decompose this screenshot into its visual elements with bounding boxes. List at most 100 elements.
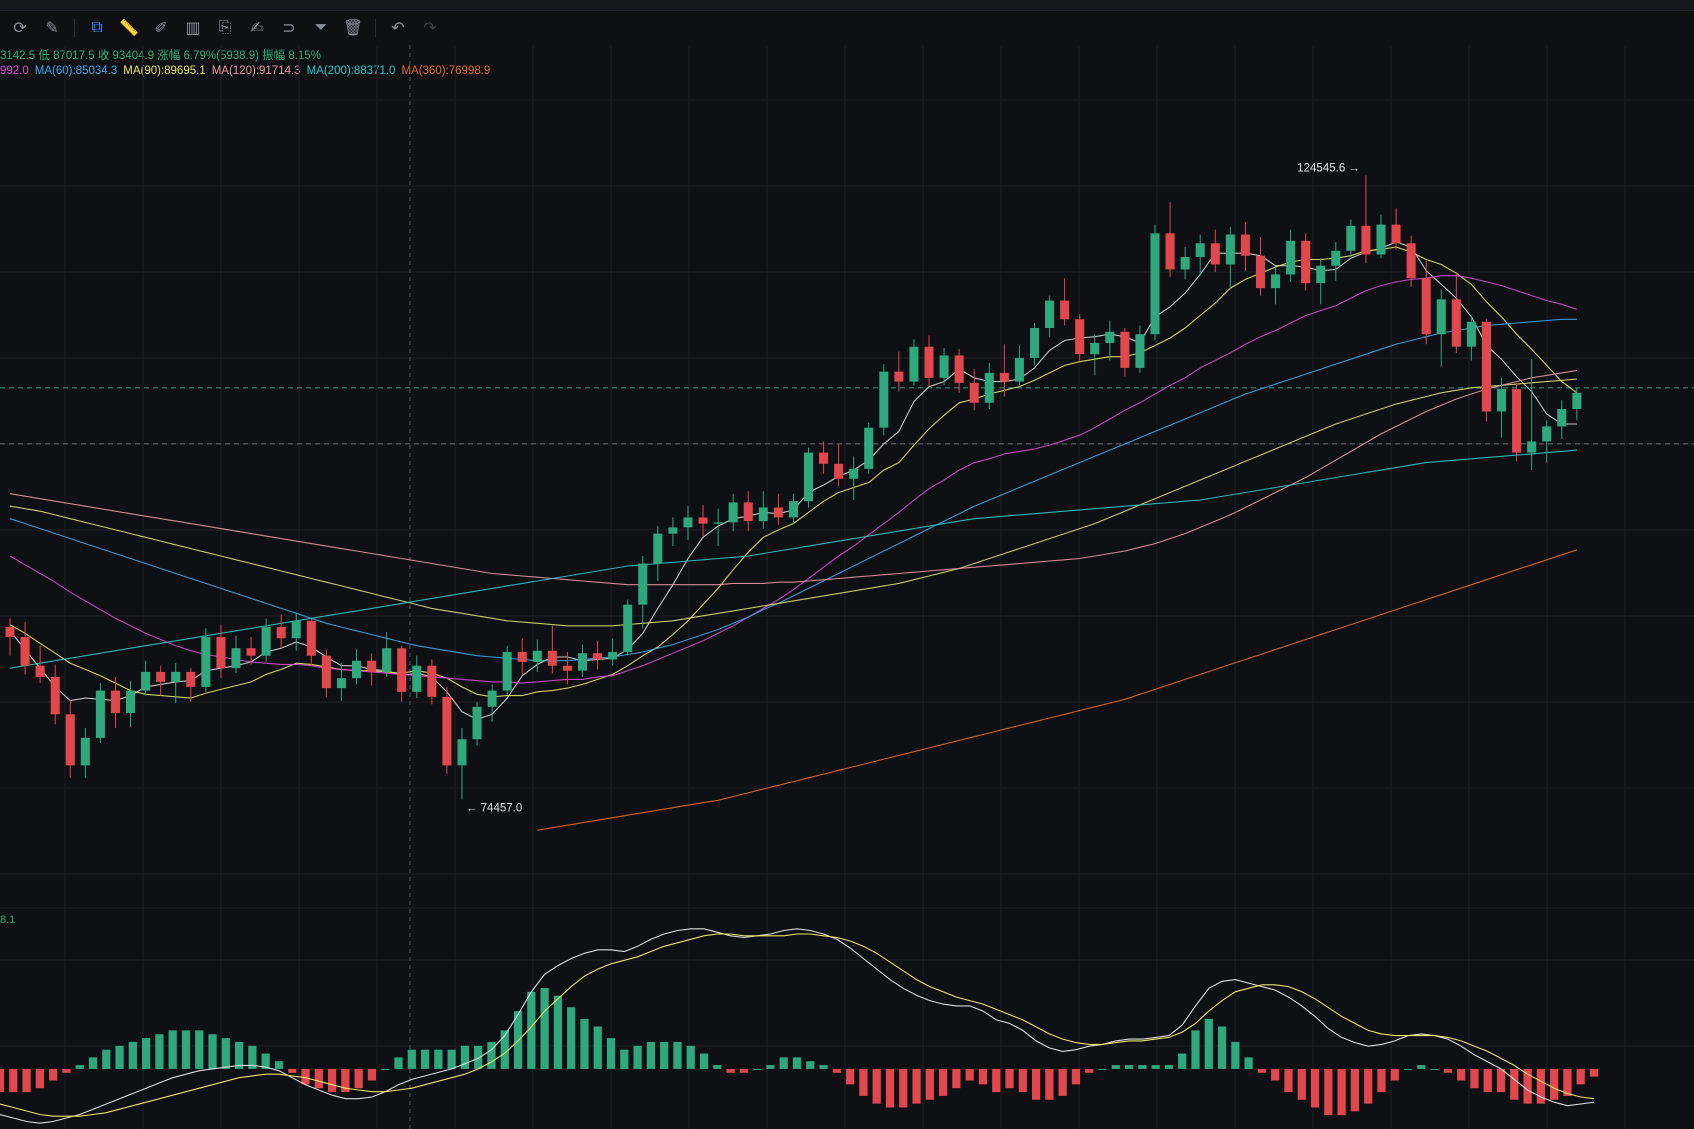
- candle-body: [1512, 389, 1522, 453]
- candle-body: [216, 637, 226, 669]
- ma-line-ma200: [9, 449, 1577, 669]
- macd-histogram-bar: [288, 1068, 297, 1073]
- candle-body: [5, 627, 15, 638]
- macd-histogram-bar: [1257, 1068, 1267, 1073]
- candle-body: [517, 651, 527, 662]
- candle-body: [427, 665, 437, 697]
- candle-body: [35, 665, 45, 677]
- candle-body: [1316, 265, 1326, 284]
- macd-histogram-bar: [0, 1068, 5, 1093]
- candle-body: [1346, 225, 1356, 251]
- candle-body: [1090, 342, 1100, 355]
- macd-histogram-bar: [208, 1034, 217, 1069]
- macd-histogram-bar: [128, 1041, 137, 1069]
- candle-body: [65, 714, 75, 766]
- candle-body: [1497, 389, 1507, 412]
- candle-body: [171, 671, 181, 682]
- price-chart[interactable]: 124545.6 → ← 74457.0: [0, 0, 1694, 1129]
- macd-histogram-bar: [1457, 1068, 1466, 1081]
- macd-histogram-bar: [819, 1065, 828, 1069]
- macd-histogram-bar: [367, 1068, 377, 1081]
- candle-body: [713, 522, 723, 524]
- macd-histogram-bar: [1058, 1068, 1067, 1096]
- macd-histogram-bar: [49, 1068, 58, 1081]
- candle-body: [1120, 331, 1130, 368]
- candle-body: [412, 665, 422, 692]
- candle-body: [261, 627, 271, 656]
- macd-histogram-bar: [1350, 1068, 1360, 1112]
- candle-body: [1165, 233, 1175, 270]
- macd-histogram-bar: [1589, 1068, 1599, 1077]
- macd-histogram-bar: [806, 1061, 815, 1069]
- macd-histogram-bar: [872, 1068, 881, 1104]
- macd-histogram-bar: [1244, 1057, 1253, 1069]
- candle-body: [1331, 250, 1341, 266]
- candle-body: [894, 371, 904, 382]
- macd-histogram-bar: [846, 1068, 855, 1085]
- macd-histogram-bar: [925, 1068, 934, 1100]
- macd-histogram-bar: [88, 1057, 98, 1069]
- candle-body: [1361, 225, 1371, 255]
- low-price-label: ← 74457.0: [466, 803, 522, 815]
- macd-histogram-bar: [1271, 1068, 1280, 1081]
- macd-histogram-bar: [381, 1068, 390, 1070]
- candle-body: [819, 452, 829, 464]
- candle-body: [1075, 319, 1085, 355]
- candle-body: [1286, 240, 1296, 275]
- macd-histogram-bar: [274, 1061, 284, 1069]
- candle-body: [1195, 243, 1205, 257]
- macd-histogram-bar: [540, 987, 549, 1069]
- macd-histogram-bar: [792, 1057, 802, 1069]
- macd-histogram-bar: [1031, 1068, 1041, 1100]
- candle-body: [95, 690, 105, 738]
- candle-body: [201, 637, 211, 687]
- macd-histogram-bar: [35, 1068, 44, 1089]
- candle-body: [743, 502, 753, 522]
- candle-body: [1255, 255, 1265, 289]
- candle-body: [1436, 299, 1446, 335]
- candle-body: [80, 737, 90, 766]
- candle-body: [608, 651, 618, 660]
- candle-body: [1060, 300, 1070, 320]
- macd-histogram-bar: [1111, 1065, 1120, 1069]
- candle-body: [999, 372, 1009, 382]
- candle-body: [1271, 274, 1281, 289]
- macd-histogram-bar: [168, 1030, 177, 1069]
- macd-histogram-bar: [1390, 1068, 1399, 1081]
- candle-body: [849, 468, 859, 479]
- macd-histogram-bar: [1364, 1068, 1373, 1104]
- candle-body: [577, 653, 588, 671]
- macd-histogram-bar: [1191, 1030, 1200, 1069]
- candle-body: [336, 678, 346, 689]
- macd-histogram-bar: [407, 1049, 416, 1069]
- candle-body: [547, 650, 557, 666]
- candle-body: [623, 604, 633, 652]
- macd-histogram-bar: [1085, 1068, 1094, 1073]
- macd-histogram-bar: [938, 1068, 948, 1096]
- macd-histogram-bar: [726, 1068, 735, 1073]
- candle-body: [773, 507, 783, 518]
- candle-body: [1210, 243, 1220, 265]
- candle-body: [683, 517, 693, 528]
- high-price-label: 124545.6 →: [1297, 162, 1360, 174]
- macd-histogram-bar: [832, 1068, 841, 1073]
- macd-histogram-bar: [606, 1038, 616, 1069]
- candle-body: [758, 507, 768, 522]
- macd-histogram-bar: [978, 1068, 988, 1085]
- ma-line-ma20: [9, 275, 1578, 684]
- candle-body: [954, 355, 964, 383]
- candle-body: [472, 706, 482, 740]
- macd-histogram-bar: [779, 1057, 788, 1069]
- candle-body: [1240, 234, 1250, 256]
- candle-body: [939, 355, 949, 378]
- ma-line-ma5: [9, 241, 1577, 720]
- candle-body: [502, 651, 512, 691]
- candle-body: [1180, 256, 1190, 270]
- candle-body: [1572, 392, 1582, 409]
- macd-histogram-bar: [221, 1038, 230, 1069]
- macd-histogram-bar: [394, 1057, 403, 1069]
- macd-histogram-bar: [1018, 1068, 1027, 1093]
- candle-body: [803, 452, 814, 502]
- macd-histogram-bar: [885, 1068, 895, 1108]
- macd-histogram-bar: [1297, 1068, 1306, 1100]
